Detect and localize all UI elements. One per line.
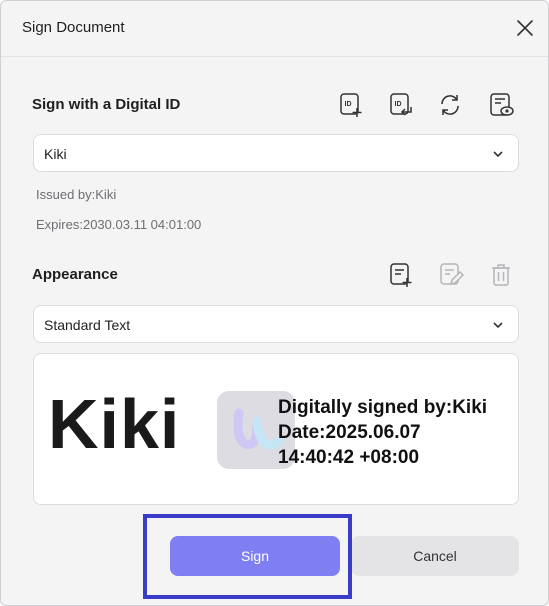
appearance-add-icon[interactable]: [387, 261, 415, 289]
issued-by-text: Issued by:Kiki: [36, 187, 117, 202]
signature-line-time: 14:40:42 +08:00: [278, 447, 420, 468]
chevron-down-icon: [493, 151, 503, 158]
digital-id-select-value: Kiki: [44, 146, 67, 162]
title-divider: [1, 56, 548, 57]
cancel-button[interactable]: Cancel: [351, 536, 519, 576]
id-import-icon[interactable]: ID: [387, 91, 415, 119]
dialog-title: Sign Document: [22, 19, 125, 36]
signature-line-signer: Digitally signed by:Kiki: [278, 397, 488, 418]
svg-text:ID: ID: [345, 101, 352, 108]
id-preview-icon[interactable]: [487, 91, 515, 119]
refresh-icon[interactable]: [436, 91, 464, 119]
signature-preview: Kiki Digitally signed by:Kiki Date:2025.…: [33, 353, 519, 505]
close-icon[interactable]: [513, 16, 537, 40]
signature-line-date: Date:2025.06.07: [278, 422, 421, 443]
appearance-edit-icon[interactable]: [437, 261, 465, 289]
signature-name: Kiki: [48, 385, 181, 463]
sign-document-dialog: Sign Document Sign with a Digital ID ID …: [0, 0, 549, 606]
digital-id-select[interactable]: Kiki: [33, 134, 519, 172]
digital-id-section-title: Sign with a Digital ID: [32, 96, 181, 113]
svg-text:ID: ID: [395, 101, 402, 108]
appearance-delete-icon[interactable]: [487, 261, 515, 289]
appearance-select[interactable]: Standard Text: [33, 305, 519, 343]
sign-button-highlight: [143, 514, 352, 599]
appearance-select-value: Standard Text: [44, 317, 131, 333]
appearance-section-title: Appearance: [32, 266, 118, 283]
expires-text: Expires:2030.03.11 04:01:00: [36, 217, 202, 232]
signature-details: Digitally signed by:Kiki Date:2025.06.07…: [278, 395, 487, 470]
dialog-titlebar: Sign Document: [1, 1, 548, 55]
id-add-icon[interactable]: ID: [337, 91, 365, 119]
chevron-down-icon: [493, 322, 503, 329]
